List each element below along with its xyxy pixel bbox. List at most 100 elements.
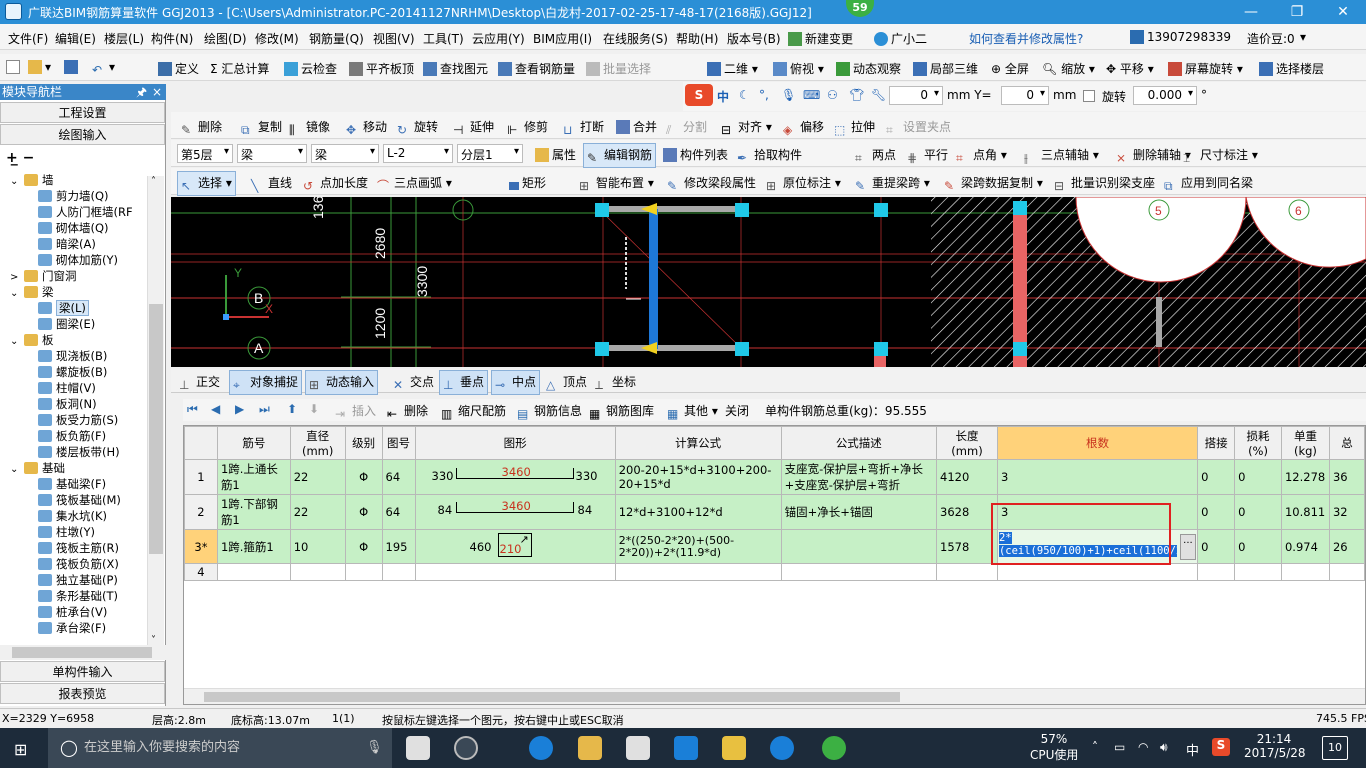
cell-loss[interactable] [1234, 563, 1282, 581]
cell-formula-desc[interactable] [780, 563, 938, 581]
selected-beam-l2[interactable] [649, 209, 658, 349]
coordinate-snap-toggle[interactable]: ⟂ 坐标 [595, 373, 636, 392]
dynamic-input-toggle[interactable]: ⊞ 动态输入 [305, 370, 379, 395]
col-header-unit-weight[interactable]: 单重(kg) [1280, 426, 1330, 460]
batch-identify-support-button[interactable]: ⊟ 批量识别梁支座 [1054, 174, 1155, 193]
cad-drawing[interactable]: B A 5 6 136 2680 3300 1200 Y X [171, 197, 1366, 367]
clock[interactable]: 21:14 2017/5/28 [1244, 732, 1306, 760]
zoom-dropdown[interactable]: 🔍︎ 缩放 ▾ [1042, 60, 1095, 77]
microphone-icon[interactable]: 🎙︎ [366, 728, 383, 768]
mirror-button[interactable]: ⫼ 镜像 [289, 118, 330, 137]
rebar-library-button[interactable]: ▦ 钢筋图库 [589, 402, 654, 421]
cell-unit-weight[interactable] [1280, 563, 1330, 581]
vertex-snap-toggle[interactable]: △ 顶点 [546, 373, 587, 392]
column-node[interactable] [1013, 342, 1027, 356]
tree-expanded-icon[interactable]: ⌄ [10, 174, 24, 190]
trim-button[interactable]: ⊩ 修剪 [507, 118, 548, 137]
ime-mic-icon[interactable]: 🎙︎ [781, 88, 796, 102]
cell-bar-name[interactable]: 1跨.箍筋1 [216, 529, 291, 564]
extend-button[interactable]: ⊣ 延伸 [453, 118, 494, 137]
cell-total[interactable]: 26 [1328, 529, 1365, 564]
col-header-grade[interactable]: 级别 [344, 426, 383, 460]
tree-item[interactable]: ⌄ 基础 [10, 460, 65, 476]
minimize-button[interactable]: — [1228, 0, 1274, 24]
ime-user-icon[interactable]: ⚇ [827, 88, 838, 102]
midpoint-snap-toggle[interactable]: ⊸ 中点 [491, 370, 541, 395]
type-select[interactable]: 梁 [311, 144, 379, 163]
three-point-arc-dropdown[interactable]: ⌒ 三点画弧 ▾ [377, 174, 452, 193]
tree-item[interactable]: 暗梁(A) [38, 236, 96, 252]
col-header-diameter[interactable]: 直径(mm) [289, 426, 346, 460]
cell-length[interactable]: 4120 [936, 459, 998, 495]
cell-loss[interactable]: 0 [1234, 529, 1282, 564]
tree-item[interactable]: 板受力筋(S) [38, 412, 118, 428]
ortho-toggle[interactable]: ⊥ 正交 [179, 373, 220, 392]
col-header-figure-no[interactable]: 图号 [381, 426, 416, 460]
tree-item[interactable]: 砌体加筋(Y) [38, 252, 118, 268]
parallel-button[interactable]: ⋕ 平行 [907, 146, 948, 165]
ellipsis-button[interactable]: ··· [1179, 534, 1196, 560]
merge-button[interactable]: 合并 [616, 118, 657, 135]
volume-icon[interactable]: 🔊︎ [1160, 740, 1168, 755]
find-element-button[interactable]: 查找图元 [423, 60, 488, 77]
menu-file[interactable]: 文件(F) [8, 30, 48, 47]
tree-item[interactable]: 筏板主筋(R) [38, 540, 119, 556]
single-component-input-button[interactable]: 单构件输入 [0, 661, 165, 682]
prev-record-icon[interactable]: ◀ [211, 402, 220, 416]
move-down-icon[interactable]: ⬇ [309, 402, 319, 416]
network-icon[interactable]: ▭ [1114, 740, 1125, 754]
cell-figure-no[interactable]: 195 [381, 529, 416, 564]
scroll-thumb[interactable] [149, 304, 163, 554]
open-file-icon[interactable]: ▾ [28, 60, 51, 74]
ime-keyboard-icon[interactable]: ⌨ [803, 88, 820, 102]
menu-rebar[interactable]: 钢筋量(Q) [309, 30, 364, 47]
ime-punct-icon[interactable]: °, [759, 88, 769, 102]
cell-total[interactable] [1328, 563, 1365, 581]
span-data-copy-dropdown[interactable]: ✎ 梁跨数据复制 ▾ [944, 174, 1043, 193]
modify-beam-segment-button[interactable]: ✎ 修改梁段属性 [667, 174, 756, 193]
edit-rebar-button[interactable]: ✎ 编辑钢筋 [583, 143, 657, 168]
split-button[interactable]: ⫽ 分割 [666, 118, 707, 137]
tree-item[interactable]: 剪力墙(Q) [38, 188, 109, 204]
glodon-app-icon[interactable] [674, 736, 698, 760]
tree-item[interactable]: 砌体墙(Q) [38, 220, 109, 236]
insert-row-button[interactable]: ⇥ 插入 [335, 402, 376, 421]
delete-button[interactable]: ✎ 删除 [181, 118, 222, 137]
scale-rebar-button[interactable]: ▥ 缩尺配筋 [441, 402, 506, 421]
tray-chevron-icon[interactable]: ˄ [1092, 740, 1098, 754]
select-dropdown[interactable]: ↖ 选择 ▾ [177, 171, 236, 196]
cell-figure-no[interactable]: 64 [381, 494, 416, 530]
ime-skin-icon[interactable]: 👕︎ [849, 88, 864, 102]
view-2d-dropdown[interactable]: 二维 ▾ [707, 60, 758, 77]
perpendicular-snap-toggle[interactable]: ⊥ 垂点 [439, 370, 489, 395]
col-header-total[interactable]: 总 [1328, 426, 1365, 460]
cell-formula-desc[interactable] [780, 529, 938, 564]
column-node[interactable] [595, 342, 609, 356]
menu-floor[interactable]: 楼层(L) [104, 30, 144, 47]
dimension-dropdown[interactable]: ⌶ 尺寸标注 ▾ [1183, 146, 1258, 165]
smart-layout-dropdown[interactable]: ⊞ 智能布置 ▾ [579, 174, 654, 193]
tree-item[interactable]: 现浇板(B) [38, 348, 107, 364]
close-grid-button[interactable]: 关闭 [725, 402, 749, 419]
panel-close-icon[interactable]: × [152, 84, 162, 100]
column-node[interactable] [735, 203, 749, 217]
cpu-usage[interactable]: 57% CPU使用 [1030, 732, 1078, 763]
screen-rotate-dropdown[interactable]: 屏幕旋转 ▾ [1168, 60, 1243, 77]
column-node[interactable] [595, 203, 609, 217]
cell-length[interactable]: 1578 [936, 529, 998, 564]
cell-diameter[interactable]: 10 [289, 529, 346, 564]
align-dropdown[interactable]: ⊟ 对齐 ▾ [721, 118, 772, 137]
local-3d-button[interactable]: 局部三维 [913, 60, 978, 77]
cell-shape[interactable] [414, 563, 616, 581]
select-floor-button[interactable]: 选择楼层 [1259, 60, 1324, 77]
column-node[interactable] [874, 342, 888, 356]
beam-bottom[interactable] [604, 345, 740, 351]
component-name-select[interactable]: L-2 [383, 144, 453, 163]
wifi-icon[interactable]: ◠ [1138, 740, 1148, 754]
column-node[interactable] [735, 342, 749, 356]
tree-item[interactable]: > 门窗洞 [10, 268, 77, 284]
cell-bar-name[interactable]: 1跨.上通长筋1 [216, 459, 291, 495]
pan-dropdown[interactable]: ✥ 平移 ▾ [1106, 60, 1154, 77]
cell-lap[interactable]: 0 [1197, 529, 1236, 564]
help-link[interactable]: 如何查看并修改属性? [969, 30, 1083, 47]
